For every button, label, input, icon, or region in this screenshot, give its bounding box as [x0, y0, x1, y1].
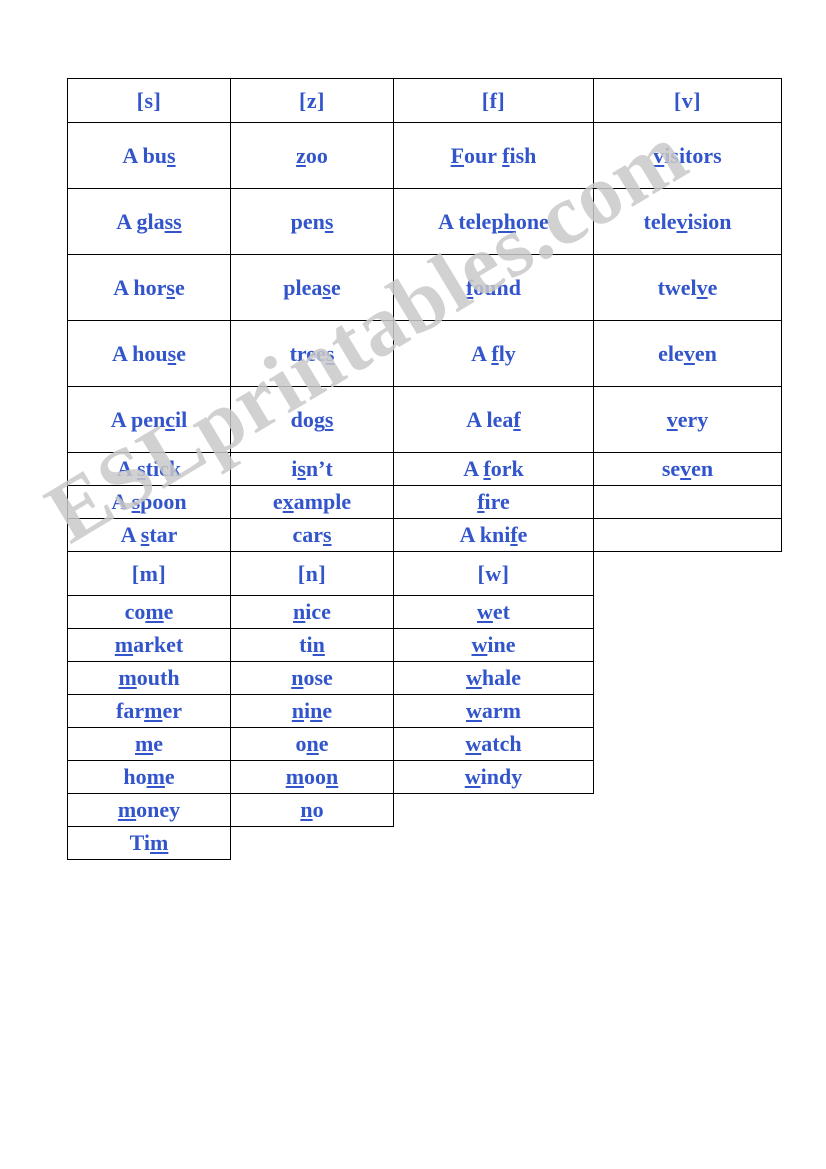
- word-cell: A glass: [67, 188, 231, 255]
- word-cell: found: [393, 254, 594, 321]
- word-cell: twelve: [593, 254, 782, 321]
- word-cell: example: [230, 485, 394, 519]
- word-cell: Tim: [67, 826, 231, 860]
- header-cell-w: [w]: [393, 551, 594, 596]
- header-cell-v: [v]: [593, 78, 782, 123]
- word-cell: nose: [230, 661, 394, 695]
- table-row: A bus zoo Four fish visitors: [67, 122, 782, 189]
- table-row: [s] [z] [f] [v]: [67, 78, 782, 123]
- spacer-cell: [394, 794, 594, 827]
- table-row: farmer nine warm: [67, 694, 782, 728]
- word-cell: seven: [593, 452, 782, 486]
- spacer-cell: [594, 629, 782, 662]
- word-cell: wine: [393, 628, 594, 662]
- table-row: market tin wine: [67, 628, 782, 662]
- spacer-cell: [594, 596, 782, 629]
- word-cell: A fork: [393, 452, 594, 486]
- table-row: home moon windy: [67, 760, 782, 794]
- empty-cell: [593, 518, 782, 552]
- word-cell: very: [593, 386, 782, 453]
- word-cell: please: [230, 254, 394, 321]
- table-row: A spoon example fire: [67, 485, 782, 519]
- word-cell: windy: [393, 760, 594, 794]
- word-cell: fire: [393, 485, 594, 519]
- word-cell: whale: [393, 661, 594, 695]
- table-row: A pencil dogs A leaf very: [67, 386, 782, 453]
- word-cell: A fly: [393, 320, 594, 387]
- word-cell: A bus: [67, 122, 231, 189]
- word-cell: one: [230, 727, 394, 761]
- word-cell: pens: [230, 188, 394, 255]
- table-row: A house trees A fly eleven: [67, 320, 782, 387]
- table-row: me one watch: [67, 727, 782, 761]
- word-cell: me: [67, 727, 231, 761]
- table-row: mouth nose whale: [67, 661, 782, 695]
- word-cell: wet: [393, 595, 594, 629]
- table-row: A horse please found twelve: [67, 254, 782, 321]
- word-cell: trees: [230, 320, 394, 387]
- word-cell: A star: [67, 518, 231, 552]
- word-cell: market: [67, 628, 231, 662]
- header-cell-z: [z]: [230, 78, 394, 123]
- table-row: money no: [67, 793, 782, 827]
- word-cell: warm: [393, 694, 594, 728]
- header-cell-m: [m]: [67, 551, 231, 596]
- word-cell: zoo: [230, 122, 394, 189]
- spacer-cell: [594, 794, 782, 827]
- empty-cell: [593, 485, 782, 519]
- table-row: A glass pens A telephone television: [67, 188, 782, 255]
- word-cell: A horse: [67, 254, 231, 321]
- table-row: come nice wet: [67, 595, 782, 629]
- word-cell: Four fish: [393, 122, 594, 189]
- word-cell: watch: [393, 727, 594, 761]
- word-cell: eleven: [593, 320, 782, 387]
- word-cell: money: [67, 793, 231, 827]
- spacer-cell: [594, 662, 782, 695]
- table-row: A star cars A knife: [67, 518, 782, 552]
- word-cell: isn’t: [230, 452, 394, 486]
- word-cell: A leaf: [393, 386, 594, 453]
- header-cell-s: [s]: [67, 78, 231, 123]
- word-cell: dogs: [230, 386, 394, 453]
- word-cell: tin: [230, 628, 394, 662]
- word-cell: nice: [230, 595, 394, 629]
- word-cell: cars: [230, 518, 394, 552]
- spacer-cell: [594, 728, 782, 761]
- spacer-cell: [594, 827, 782, 860]
- table-row: A stick isn’t A fork seven: [67, 452, 782, 486]
- word-cell: farmer: [67, 694, 231, 728]
- word-cell: A stick: [67, 452, 231, 486]
- word-cell: A spoon: [67, 485, 231, 519]
- spacer-cell: [594, 552, 782, 596]
- word-cell: nine: [230, 694, 394, 728]
- word-cell: home: [67, 760, 231, 794]
- header-cell-f: [f]: [393, 78, 594, 123]
- spacer-cell: [394, 827, 594, 860]
- word-cell: visitors: [593, 122, 782, 189]
- table-row: Tim: [67, 826, 782, 860]
- word-cell: moon: [230, 760, 394, 794]
- spacer-cell: [594, 695, 782, 728]
- word-cell: come: [67, 595, 231, 629]
- word-cell: mouth: [67, 661, 231, 695]
- word-cell: no: [230, 793, 394, 827]
- spacer-cell: [594, 761, 782, 794]
- worksheet-page: ESLprintables.com [s] [z] [f] [v] A bus …: [0, 0, 826, 1169]
- word-cell: A knife: [393, 518, 594, 552]
- header-cell-n: [n]: [230, 551, 394, 596]
- phonetics-table: [s] [z] [f] [v] A bus zoo Four fish visi…: [67, 78, 782, 860]
- word-cell: television: [593, 188, 782, 255]
- word-cell: A pencil: [67, 386, 231, 453]
- word-cell: A house: [67, 320, 231, 387]
- spacer-cell: [231, 827, 394, 860]
- table-row: [m] [n] [w]: [67, 551, 782, 596]
- word-cell: A telephone: [393, 188, 594, 255]
